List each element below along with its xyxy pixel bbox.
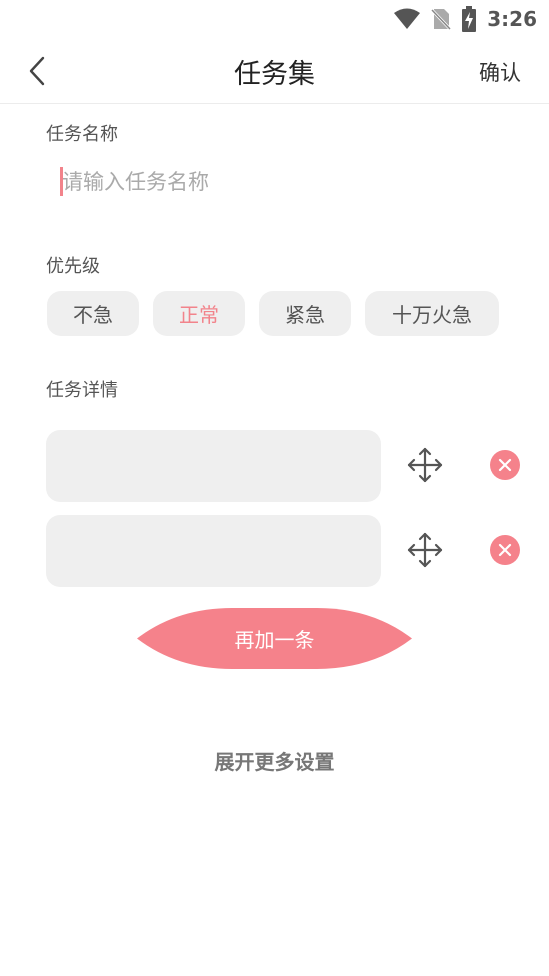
priority-option-normal[interactable]: 正常 xyxy=(153,291,245,336)
priority-option-urgent[interactable]: 紧急 xyxy=(259,291,351,336)
add-detail-button[interactable]: 再加一条 xyxy=(137,608,412,669)
no-sim-icon xyxy=(431,8,452,31)
move-icon[interactable] xyxy=(407,532,443,568)
priority-options: 不急 正常 紧急 十万火急 xyxy=(47,291,499,336)
remove-detail-button[interactable] xyxy=(490,450,520,480)
priority-option-not-urgent[interactable]: 不急 xyxy=(47,291,139,336)
add-detail-label: 再加一条 xyxy=(234,628,315,652)
status-time: 3:26 xyxy=(487,7,537,31)
wifi-icon xyxy=(394,8,421,29)
detail-input[interactable] xyxy=(46,515,381,587)
task-name-label: 任务名称 xyxy=(46,124,118,145)
status-icons: 3:26 xyxy=(393,6,537,32)
task-name-input[interactable] xyxy=(60,165,522,199)
page-title: 任务集 xyxy=(234,59,315,90)
confirm-button[interactable]: 确认 xyxy=(479,57,521,87)
battery-charging-icon xyxy=(462,6,477,32)
move-icon[interactable] xyxy=(407,447,443,483)
status-bar: 3:26 xyxy=(0,0,549,38)
detail-input[interactable] xyxy=(46,430,381,502)
close-icon xyxy=(498,458,512,472)
header: 任务集 确认 xyxy=(0,38,549,104)
text-cursor xyxy=(60,167,63,196)
priority-option-critical[interactable]: 十万火急 xyxy=(365,291,499,336)
priority-label: 优先级 xyxy=(46,256,100,277)
task-details-label: 任务详情 xyxy=(46,380,118,401)
detail-item xyxy=(46,515,520,587)
expand-more-settings[interactable]: 展开更多设置 xyxy=(0,746,549,775)
detail-item xyxy=(46,430,520,502)
close-icon xyxy=(498,543,512,557)
remove-detail-button[interactable] xyxy=(490,535,520,565)
